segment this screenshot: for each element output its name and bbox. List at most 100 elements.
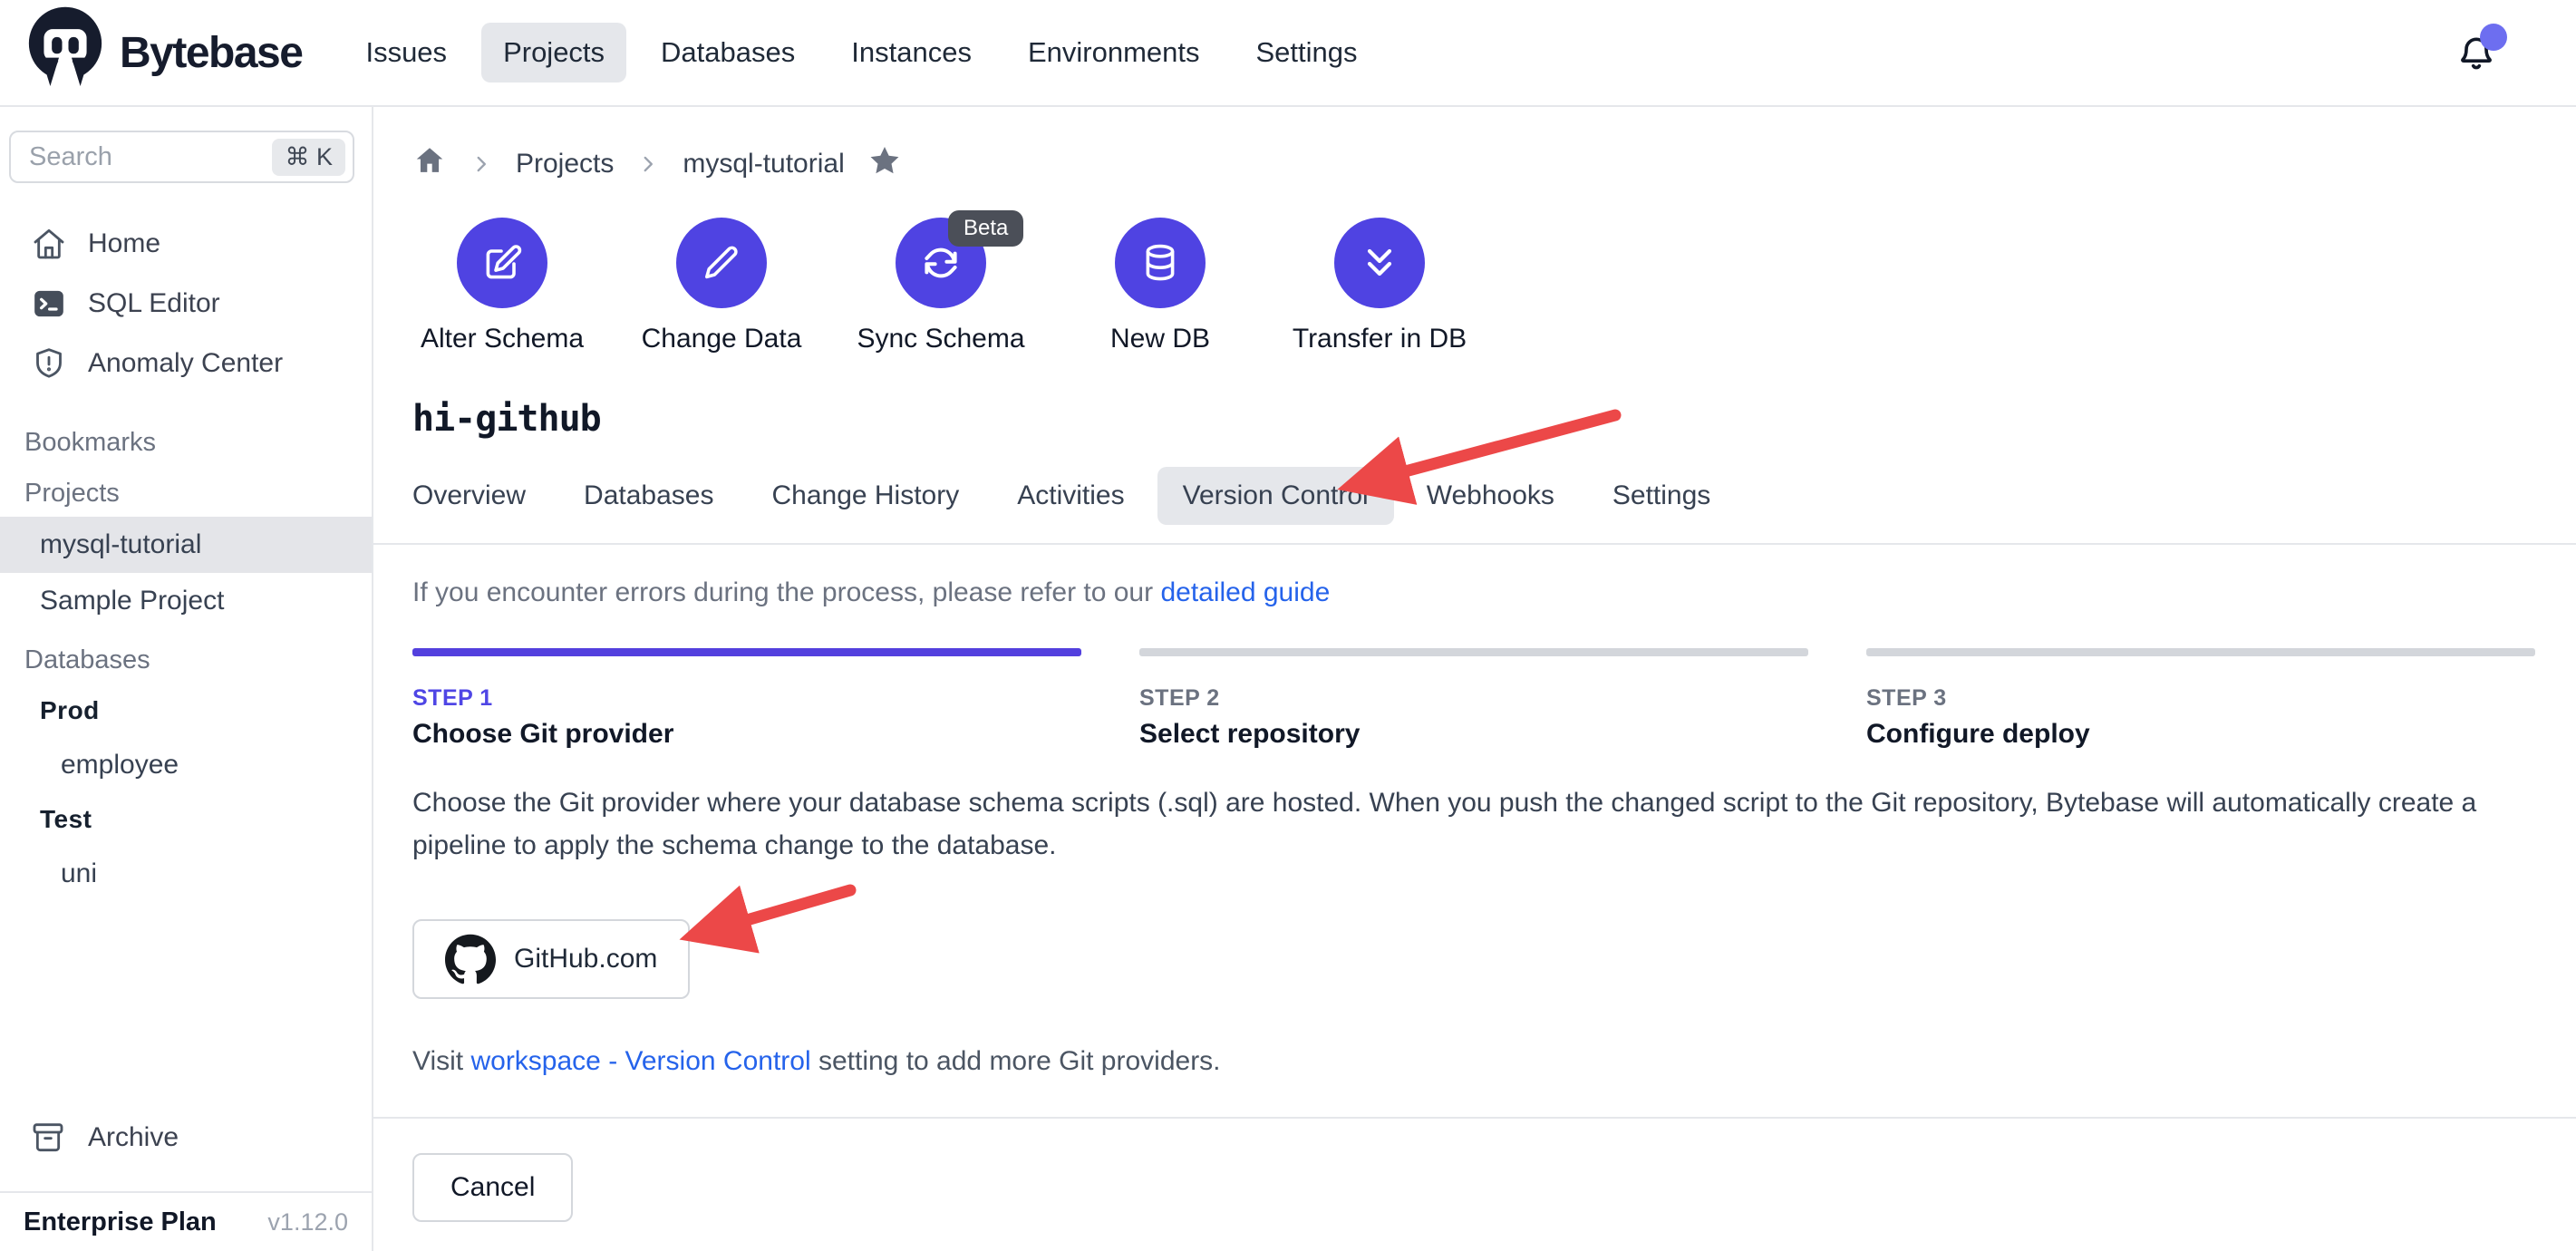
chevron-right-icon bbox=[636, 152, 660, 176]
nav-projects[interactable]: Projects bbox=[481, 23, 626, 82]
chevron-right-icon bbox=[470, 152, 493, 176]
change-data-button[interactable]: Change Data bbox=[632, 218, 811, 354]
github-icon bbox=[445, 934, 496, 984]
step-3-title: Configure deploy bbox=[1866, 719, 2535, 750]
sync-schema-button[interactable]: Sync Schema Beta bbox=[851, 218, 1031, 354]
bytebase-logo[interactable]: Bytebase bbox=[24, 5, 302, 100]
transfer-in-db-button[interactable]: Transfer in DB bbox=[1290, 218, 1469, 354]
plan-label: Enterprise Plan bbox=[24, 1207, 217, 1237]
sidebar-item-sql-editor[interactable]: SQL Editor bbox=[0, 274, 372, 334]
step-1: STEP 1 Choose Git provider bbox=[412, 648, 1081, 750]
action-label: Sync Schema bbox=[857, 324, 1024, 354]
nav-databases[interactable]: Databases bbox=[639, 23, 817, 82]
top-navbar: Bytebase Issues Projects Databases Insta… bbox=[0, 0, 2576, 107]
github-provider-button[interactable]: GitHub.com bbox=[412, 919, 690, 999]
step-3-progress-bar bbox=[1866, 648, 2535, 656]
step-2: STEP 2 Select repository bbox=[1139, 648, 1808, 750]
sidebar-project-mysql-tutorial[interactable]: mysql-tutorial bbox=[0, 517, 372, 573]
visit-suffix: setting to add more Git providers. bbox=[811, 1046, 1221, 1076]
terminal-icon bbox=[30, 285, 68, 323]
action-label: Alter Schema bbox=[421, 324, 584, 354]
tab-version-control[interactable]: Version Control bbox=[1157, 467, 1394, 525]
tab-settings[interactable]: Settings bbox=[1587, 467, 1736, 525]
tab-webhooks[interactable]: Webhooks bbox=[1401, 467, 1580, 525]
visit-workspace-line: Visit workspace - Version Control settin… bbox=[412, 1046, 2535, 1077]
search-input[interactable] bbox=[9, 131, 354, 183]
sidebar: ⌘ K Home SQL Editor bbox=[0, 107, 373, 1251]
sidebar-project-sample-project[interactable]: Sample Project bbox=[0, 573, 372, 629]
sidebar-db-employee[interactable]: employee bbox=[0, 738, 372, 792]
search-box: ⌘ K bbox=[9, 131, 354, 183]
step-3: STEP 3 Configure deploy bbox=[1866, 648, 2535, 750]
step-1-title: Choose Git provider bbox=[412, 719, 1081, 750]
sidebar-item-home[interactable]: Home bbox=[0, 214, 372, 274]
version-label: v1.12.0 bbox=[267, 1208, 348, 1236]
sidebar-main-list: Home SQL Editor Anomaly Center bbox=[0, 214, 372, 393]
action-label: Change Data bbox=[642, 324, 802, 354]
step-indicator: STEP 1 Choose Git provider STEP 2 Select… bbox=[412, 648, 2535, 750]
quick-actions: Alter Schema Change Data Sync Schema Bet… bbox=[412, 218, 2535, 354]
home-icon bbox=[30, 225, 68, 263]
favorite-star-icon[interactable] bbox=[867, 143, 902, 185]
step-description: Choose the Git provider where your datab… bbox=[412, 782, 2535, 867]
workspace-version-control-link[interactable]: workspace - Version Control bbox=[470, 1046, 810, 1076]
database-icon bbox=[1115, 218, 1206, 308]
project-tabs: Overview Databases Change History Activi… bbox=[387, 467, 2535, 525]
sidebar-db-uni[interactable]: uni bbox=[0, 847, 372, 901]
step-1-progress-bar bbox=[412, 648, 1081, 656]
github-provider-label: GitHub.com bbox=[514, 944, 657, 975]
action-label: Transfer in DB bbox=[1293, 324, 1467, 354]
sidebar-env-prod[interactable]: Prod bbox=[0, 684, 372, 738]
beta-badge: Beta bbox=[948, 210, 1023, 247]
tab-change-history[interactable]: Change History bbox=[746, 467, 984, 525]
sidebar-footer: Enterprise Plan v1.12.0 bbox=[0, 1191, 372, 1251]
shield-alert-icon bbox=[30, 344, 68, 383]
sidebar-item-anomaly-center[interactable]: Anomaly Center bbox=[0, 334, 372, 393]
step-2-label: STEP 2 bbox=[1139, 685, 1808, 712]
edit-square-icon bbox=[457, 218, 547, 308]
nav-settings[interactable]: Settings bbox=[1235, 23, 1380, 82]
sidebar-item-archive[interactable]: Archive bbox=[0, 1106, 372, 1169]
tabs-divider bbox=[373, 543, 2576, 545]
step-3-label: STEP 3 bbox=[1866, 685, 2535, 712]
sidebar-item-label: Home bbox=[88, 228, 160, 259]
breadcrumb: Projects mysql-tutorial bbox=[412, 143, 2535, 185]
sidebar-section-databases: Databases bbox=[0, 636, 372, 684]
archive-icon bbox=[30, 1119, 68, 1157]
sidebar-section-bookmarks: Bookmarks bbox=[0, 419, 372, 466]
main-content: Projects mysql-tutorial Alter Schema bbox=[373, 107, 2576, 1251]
unread-notification-dot bbox=[2480, 24, 2507, 51]
archive-label: Archive bbox=[88, 1122, 179, 1153]
step-2-title: Select repository bbox=[1139, 719, 1808, 750]
error-notice: If you encounter errors during the proce… bbox=[412, 577, 2535, 608]
sidebar-env-test[interactable]: Test bbox=[0, 792, 372, 847]
cancel-button[interactable]: Cancel bbox=[412, 1153, 573, 1222]
bottom-divider bbox=[373, 1117, 2576, 1119]
action-label: New DB bbox=[1110, 324, 1210, 354]
sidebar-section-projects: Projects bbox=[0, 470, 372, 517]
detailed-guide-link[interactable]: detailed guide bbox=[1160, 577, 1330, 607]
nav-issues[interactable]: Issues bbox=[344, 23, 469, 82]
pencil-icon bbox=[676, 218, 767, 308]
breadcrumb-projects[interactable]: Projects bbox=[516, 149, 614, 179]
nav-environments[interactable]: Environments bbox=[1006, 23, 1222, 82]
bytebase-logo-icon bbox=[24, 5, 107, 100]
new-db-button[interactable]: New DB bbox=[1070, 218, 1250, 354]
brand-name: Bytebase bbox=[120, 28, 302, 78]
notice-text: If you encounter errors during the proce… bbox=[412, 577, 1160, 607]
double-chevron-down-icon bbox=[1334, 218, 1425, 308]
tab-activities[interactable]: Activities bbox=[992, 467, 1149, 525]
nav-instances[interactable]: Instances bbox=[829, 23, 993, 82]
step-2-progress-bar bbox=[1139, 648, 1808, 656]
notification-bell-icon[interactable] bbox=[2456, 31, 2496, 74]
tab-overview[interactable]: Overview bbox=[387, 467, 551, 525]
alter-schema-button[interactable]: Alter Schema bbox=[412, 218, 592, 354]
breadcrumb-project-name[interactable]: mysql-tutorial bbox=[683, 149, 844, 179]
sidebar-item-label: Anomaly Center bbox=[88, 348, 283, 379]
breadcrumb-home-icon[interactable] bbox=[412, 144, 447, 184]
main-nav: Issues Projects Databases Instances Envi… bbox=[344, 23, 1391, 82]
step-1-label: STEP 1 bbox=[412, 685, 1081, 712]
project-title: hi-github bbox=[412, 398, 2535, 440]
tab-databases[interactable]: Databases bbox=[558, 467, 739, 525]
sidebar-item-label: SQL Editor bbox=[88, 288, 220, 319]
